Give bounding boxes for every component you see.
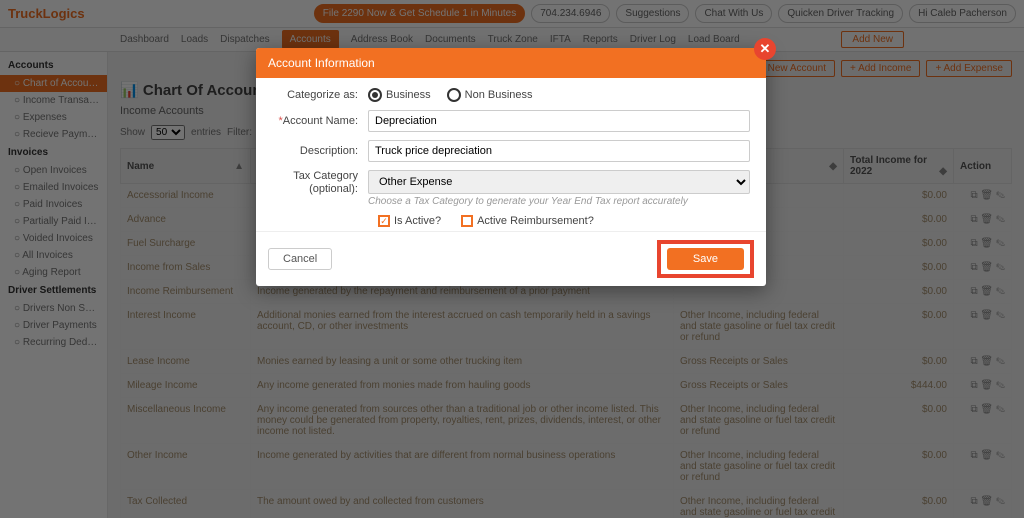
save-button[interactable]: Save — [667, 248, 744, 270]
close-icon[interactable]: ✕ — [754, 38, 776, 60]
account-name-input[interactable] — [368, 110, 750, 132]
active-reimbursement-checkbox[interactable]: Active Reimbursement? — [461, 215, 594, 227]
cancel-button[interactable]: Cancel — [268, 248, 332, 270]
description-input[interactable] — [368, 140, 750, 162]
modal-title: Account Information — [256, 48, 766, 78]
account-name-label: *Account Name: — [272, 115, 368, 127]
is-active-checkbox[interactable]: ✓Is Active? — [378, 215, 441, 227]
save-highlight: Save — [657, 240, 754, 278]
tax-category-select[interactable]: Other Expense — [368, 170, 750, 194]
account-info-modal: ✕ Account Information Categorize as: Bus… — [256, 48, 766, 286]
radio-business[interactable]: Business — [368, 88, 431, 102]
tax-category-label: Tax Category (optional): — [272, 170, 368, 196]
tax-category-hint: Choose a Tax Category to generate your Y… — [368, 196, 750, 207]
radio-non-business[interactable]: Non Business — [447, 88, 533, 102]
description-label: Description: — [272, 145, 368, 157]
categorize-label: Categorize as: — [272, 89, 368, 101]
